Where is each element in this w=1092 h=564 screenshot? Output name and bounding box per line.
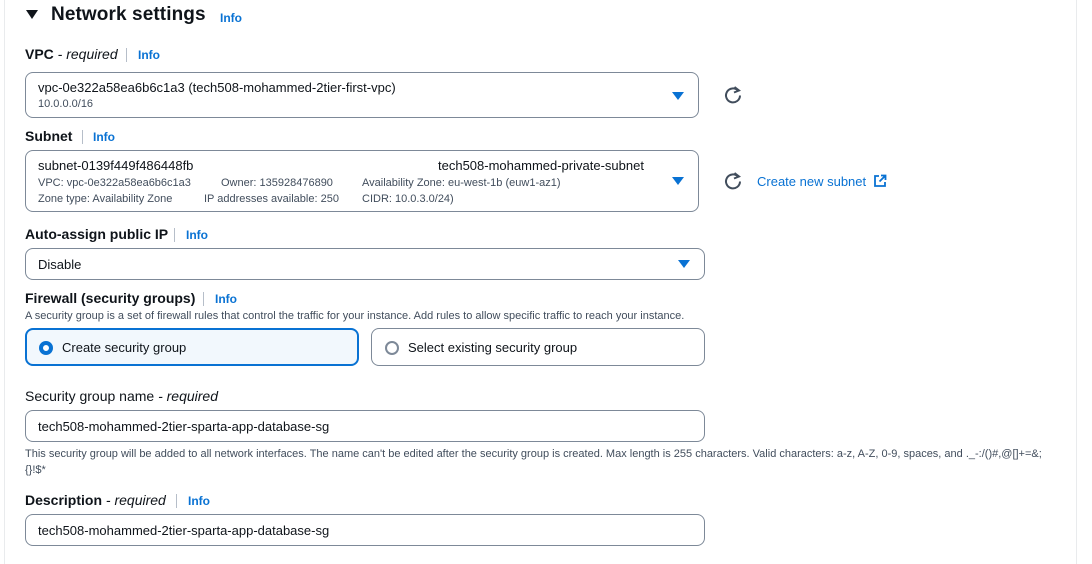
- collapse-caret-icon[interactable]: [26, 10, 38, 19]
- vpc-info-link[interactable]: Info: [138, 48, 160, 62]
- existing-sg-option-label: Select existing security group: [408, 340, 578, 355]
- firewall-info-link[interactable]: Info: [215, 292, 237, 306]
- description-label-separator: [176, 494, 177, 508]
- external-link-icon: [873, 174, 887, 187]
- firewall-label: Firewall (security groups): [25, 290, 196, 306]
- select-existing-security-group-option[interactable]: Select existing security group: [371, 328, 705, 366]
- subnet-dropdown-caret-icon: [672, 177, 684, 185]
- subnet-zone-type: Zone type: Availability Zone: [38, 193, 173, 205]
- create-new-subnet-link[interactable]: Create new subnet: [757, 174, 887, 189]
- section-info-link[interactable]: Info: [220, 11, 242, 25]
- sg-name-value: tech508-mohammed-2tier-sparta-app-databa…: [38, 419, 330, 434]
- description-value: tech508-mohammed-2tier-sparta-app-databa…: [38, 523, 330, 538]
- vpc-select[interactable]: vpc-0e322a58ea6b6c1a3 (tech508-mohammed-…: [25, 72, 699, 118]
- subnet-info-link[interactable]: Info: [93, 130, 115, 144]
- description-label: Description - required: [25, 492, 166, 508]
- subnet-label-separator: [82, 130, 83, 144]
- subnet-refresh-icon[interactable]: [723, 171, 743, 191]
- subnet-owner: Owner: 135928476890: [221, 177, 333, 189]
- description-info-link[interactable]: Info: [188, 494, 210, 508]
- public-ip-info-link[interactable]: Info: [186, 228, 208, 242]
- create-sg-radio-selected-icon: [39, 341, 53, 355]
- public-ip-label: Auto-assign public IP: [25, 226, 169, 242]
- sg-name-input[interactable]: tech508-mohammed-2tier-sparta-app-databa…: [25, 410, 705, 442]
- create-security-group-option[interactable]: Create security group: [25, 328, 359, 366]
- firewall-label-separator: [203, 292, 204, 306]
- subnet-az: Availability Zone: eu-west-1b (euw1-az1): [362, 177, 561, 189]
- vpc-cidr: 10.0.0.0/16: [38, 98, 94, 110]
- vpc-select-value: vpc-0e322a58ea6b6c1a3 (tech508-mohammed-…: [38, 80, 396, 95]
- vpc-refresh-icon[interactable]: [723, 85, 743, 105]
- vpc-dropdown-caret-icon: [672, 92, 684, 100]
- sg-name-label: Security group name - required: [25, 388, 218, 404]
- subnet-id: subnet-0139f449f486448fb: [38, 158, 194, 173]
- subnet-cidr: CIDR: 10.0.3.0/24): [362, 193, 454, 205]
- public-ip-value: Disable: [38, 257, 82, 272]
- create-new-subnet-label: Create new subnet: [757, 174, 867, 189]
- create-sg-option-label: Create security group: [62, 340, 187, 355]
- subnet-select[interactable]: subnet-0139f449f486448fb tech508-mohamme…: [25, 150, 699, 212]
- public-ip-label-separator: [174, 228, 175, 242]
- section-title: Network settings: [51, 4, 206, 25]
- description-input[interactable]: tech508-mohammed-2tier-sparta-app-databa…: [25, 514, 705, 546]
- subnet-label: Subnet: [25, 128, 73, 144]
- subnet-vpc: VPC: vpc-0e322a58ea6b6c1a3: [38, 177, 191, 189]
- vpc-label: VPC - required: [25, 46, 118, 62]
- subnet-ips-available: IP addresses available: 250: [204, 193, 339, 205]
- sg-name-help-text: This security group will be added to all…: [25, 448, 1042, 476]
- existing-sg-radio-icon: [385, 341, 399, 355]
- vpc-label-separator: [126, 48, 127, 62]
- public-ip-dropdown-caret-icon: [678, 260, 690, 268]
- firewall-description: A security group is a set of firewall ru…: [25, 310, 685, 322]
- subnet-name: tech508-mohammed-private-subnet: [438, 158, 644, 173]
- public-ip-select[interactable]: Disable: [25, 248, 705, 280]
